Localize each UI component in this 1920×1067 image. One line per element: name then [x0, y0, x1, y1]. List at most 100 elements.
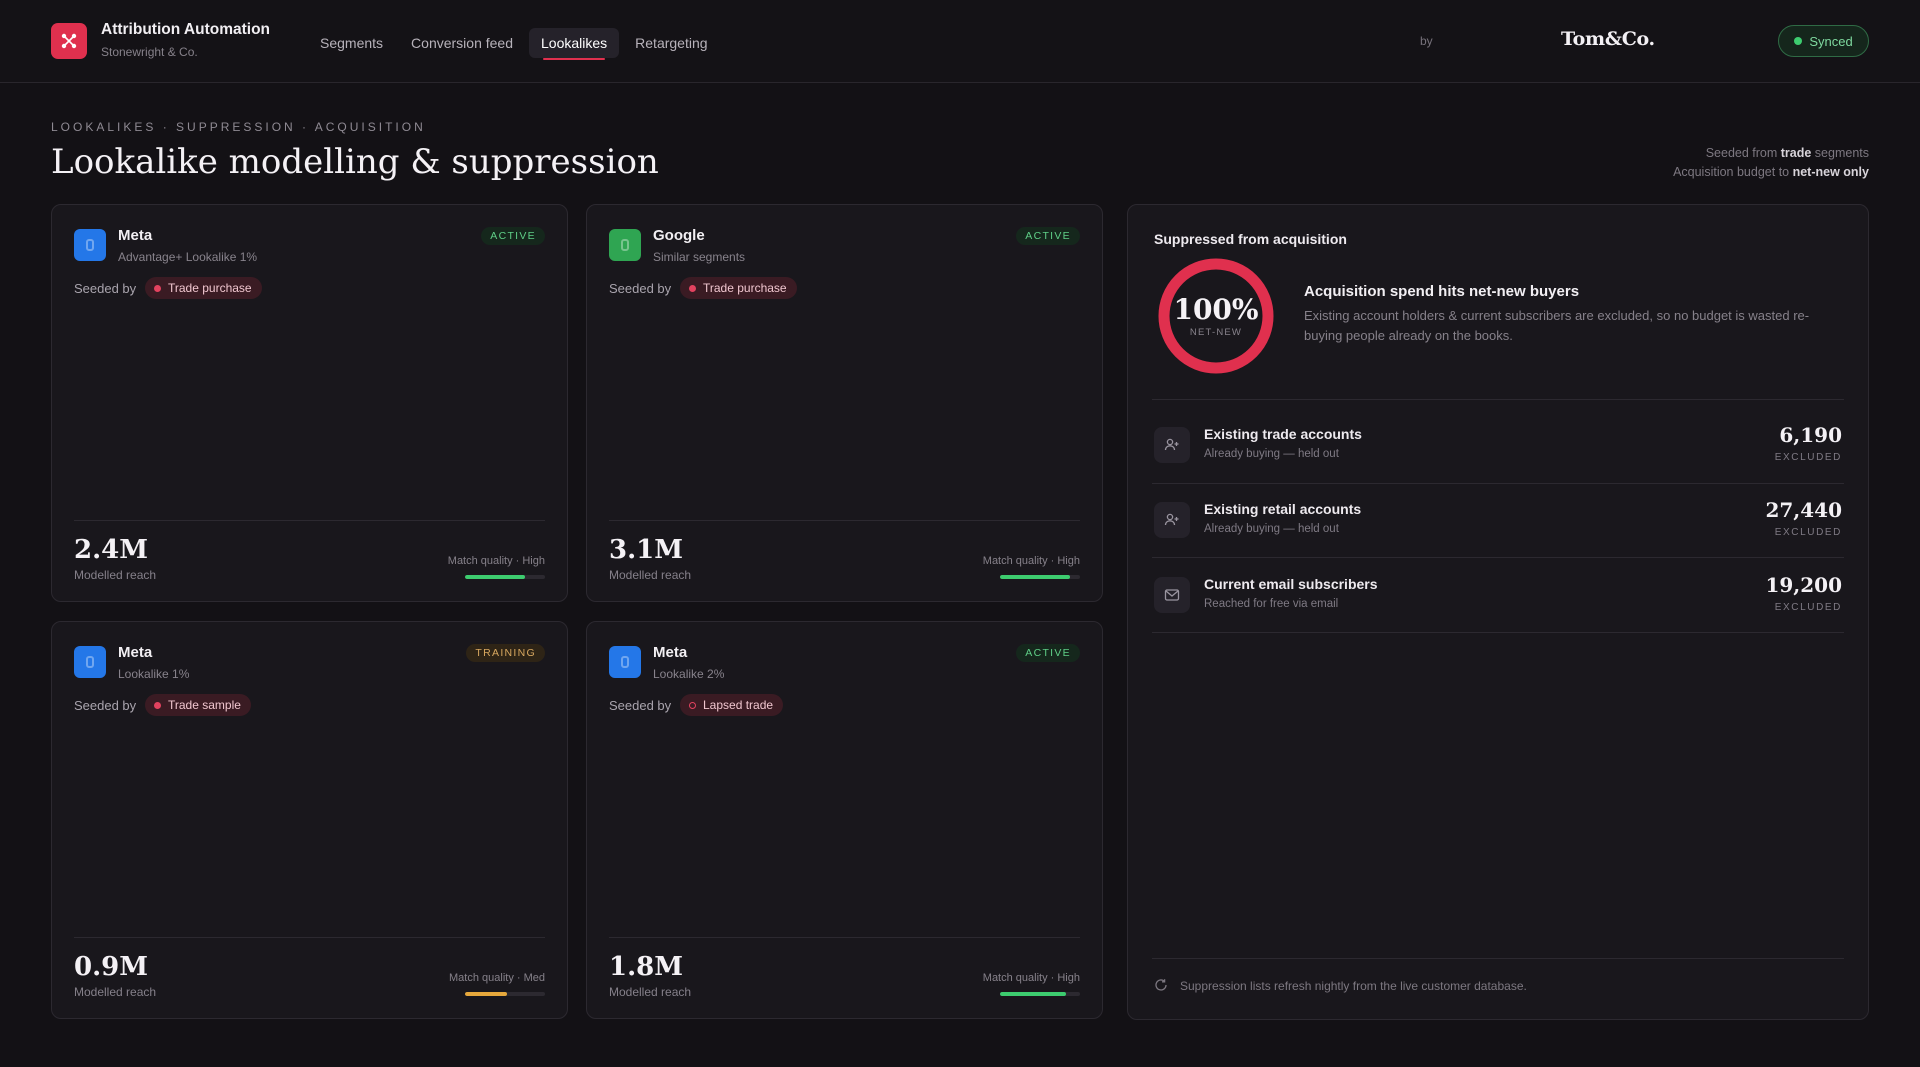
top-bar: Attribution Automation Stonewright & Co.…	[0, 0, 1920, 83]
mail-icon	[1154, 577, 1190, 613]
modelled-reach-value: 2.4M	[74, 535, 149, 565]
meta-icon	[609, 646, 641, 678]
excluded-count: 27,440	[1765, 498, 1842, 522]
seed-dot-icon	[689, 284, 696, 292]
nodes-icon	[61, 33, 77, 49]
match-quality-label: Match quality · High	[447, 555, 545, 567]
excluded-label: EXCLUDED	[1774, 452, 1842, 463]
user-plus-icon	[1154, 427, 1190, 463]
breadcrumb: LOOKALIKES · SUPPRESSION · ACQUISITION	[51, 120, 426, 134]
panel-title: Suppressed from acquisition	[1154, 231, 1347, 247]
status-badge: ACTIVE	[1016, 227, 1080, 245]
seed-segment-pill[interactable]: Trade purchase	[145, 277, 262, 299]
platform-name: Meta	[653, 644, 688, 661]
audience-type: Advantage+ Lookalike 1%	[118, 250, 258, 264]
nav-retargeting[interactable]: Retargeting	[623, 28, 719, 58]
divider	[1152, 399, 1844, 400]
divider	[74, 937, 545, 938]
match-quality-bar	[1000, 575, 1080, 579]
match-quality-fill	[465, 575, 525, 579]
sync-status-label: Synced	[1809, 33, 1853, 49]
seed-segment-pill[interactable]: Trade sample	[145, 694, 251, 716]
divider	[1152, 958, 1844, 959]
seeded-by-label: Seeded by	[74, 281, 137, 296]
hero-title: Acquisition spend hits net-new buyers	[1304, 283, 1580, 300]
seeded-by-label: Seeded by	[74, 698, 137, 713]
divider	[609, 937, 1080, 938]
status-badge: ACTIVE	[481, 227, 545, 245]
suppression-row-subtitle: Reached for free via email	[1204, 598, 1339, 610]
divider	[1152, 557, 1844, 558]
match-quality-fill	[1000, 575, 1071, 579]
seed-segment-label: Trade purchase	[703, 281, 787, 295]
note-line1-suffix: segments	[1811, 146, 1869, 160]
suppression-row-title: Existing retail accounts	[1204, 501, 1362, 517]
modelled-reach-label: Modelled reach	[609, 985, 692, 999]
match-quality-bar	[465, 992, 545, 996]
nav-segments[interactable]: Segments	[308, 28, 395, 58]
match-quality-fill	[465, 992, 507, 996]
seed-dot-icon	[154, 284, 161, 292]
seed-dot-icon	[154, 701, 161, 709]
match-quality-bar	[465, 575, 545, 579]
divider	[609, 520, 1080, 521]
seed-segment-label: Trade purchase	[168, 281, 252, 295]
lookalike-card[interactable]: Google Similar segments ACTIVE Seeded by…	[586, 204, 1103, 602]
lookalike-card[interactable]: Meta Lookalike 2% ACTIVE Seeded by Lapse…	[586, 621, 1103, 1019]
nav-conversion-feed[interactable]: Conversion feed	[399, 28, 525, 58]
seed-segment-pill[interactable]: Trade purchase	[680, 277, 797, 299]
note-line2-prefix: Acquisition budget to	[1673, 165, 1793, 179]
suppression-row-title: Current email subscribers	[1204, 576, 1378, 592]
app-title: Attribution Automation	[101, 21, 271, 38]
excluded-label: EXCLUDED	[1774, 602, 1842, 613]
audience-type: Lookalike 1%	[118, 667, 190, 681]
lookalike-card[interactable]: Meta Advantage+ Lookalike 1% ACTIVE Seed…	[51, 204, 568, 602]
seed-segment-label: Trade sample	[168, 698, 241, 712]
seed-ring-icon	[689, 701, 696, 709]
net-new-value: 100%	[1173, 293, 1259, 326]
divider	[74, 520, 545, 521]
match-quality-bar	[1000, 992, 1080, 996]
seeded-by-label: Seeded by	[609, 281, 672, 296]
divider	[1152, 632, 1844, 633]
nav-lookalikes[interactable]: Lookalikes	[529, 28, 620, 60]
note-line2-bold: net-new only	[1792, 165, 1869, 179]
seed-segment-pill[interactable]: Lapsed trade	[680, 694, 784, 716]
platform-name: Meta	[118, 227, 153, 244]
user-plus-icon	[1154, 502, 1190, 538]
audience-type: Lookalike 2%	[653, 667, 725, 681]
page-title: Lookalike modelling & suppression	[51, 142, 659, 182]
match-quality-label: Match quality · Med	[449, 972, 545, 984]
suppression-row-title: Existing trade accounts	[1204, 426, 1362, 442]
suppression-row-subtitle: Already buying — held out	[1204, 523, 1339, 535]
note-line1-bold: trade	[1780, 146, 1812, 160]
status-badge: TRAINING	[466, 644, 545, 662]
net-new-label: NET-NEW	[1189, 327, 1243, 338]
suppression-panel: Suppressed from acquisition 100% NET-NEW…	[1127, 204, 1869, 1020]
app-subtitle: Stonewright & Co.	[101, 45, 198, 59]
modelled-reach-label: Modelled reach	[74, 985, 157, 999]
divider	[1152, 483, 1844, 484]
modelled-reach-label: Modelled reach	[609, 568, 692, 582]
match-quality-label: Match quality · High	[982, 555, 1080, 567]
match-quality-fill	[1000, 992, 1067, 996]
note-line1-prefix: Seeded from	[1705, 146, 1781, 160]
modelled-reach-label: Modelled reach	[74, 568, 157, 582]
status-badge: ACTIVE	[1016, 644, 1080, 662]
page-note: Seeded from trade segments Acquisition b…	[1673, 144, 1869, 182]
platform-name: Meta	[118, 644, 153, 661]
excluded-count: 19,200	[1765, 573, 1842, 597]
partner-logo: Tom&Co.	[1561, 28, 1655, 50]
lookalike-card[interactable]: Meta Lookalike 1% TRAINING Seeded by Tra…	[51, 621, 568, 1019]
sync-status-badge[interactable]: Synced	[1778, 25, 1869, 57]
meta-icon	[74, 646, 106, 678]
meta-icon	[74, 229, 106, 261]
app-logo[interactable]	[51, 23, 87, 59]
modelled-reach-value: 1.8M	[609, 952, 684, 982]
main-nav: Segments Conversion feed Lookalikes Reta…	[308, 28, 720, 60]
suppression-row-subtitle: Already buying — held out	[1204, 448, 1339, 460]
refresh-icon	[1155, 979, 1167, 991]
modelled-reach-value: 0.9M	[74, 952, 149, 982]
google-icon	[609, 229, 641, 261]
excluded-label: EXCLUDED	[1774, 527, 1842, 538]
